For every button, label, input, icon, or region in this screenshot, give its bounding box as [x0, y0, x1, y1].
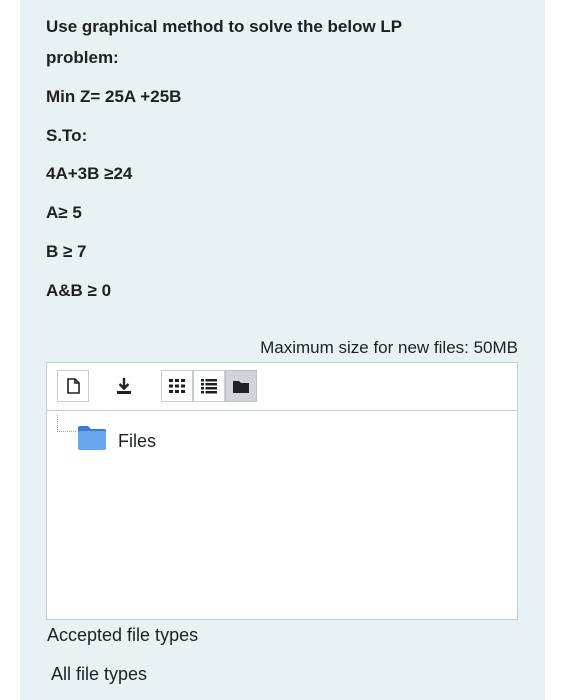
folder-view-icon: [233, 380, 249, 393]
folder-label[interactable]: Files: [118, 431, 156, 452]
add-file-icon: [67, 378, 80, 394]
download-all-button[interactable]: [108, 370, 140, 402]
max-file-size-text: Maximum size for new files: 50MB: [260, 338, 518, 357]
accepted-file-types-value: All file types: [51, 664, 148, 684]
tree-connector: [57, 415, 76, 432]
folder-icon[interactable]: [77, 425, 107, 451]
question-line-1: Use graphical method to solve the below …: [46, 17, 403, 36]
add-file-button[interactable]: [57, 370, 89, 402]
constraint-4: A&B ≥ 0: [46, 281, 112, 300]
constraint-1: 4A+3B ≥24: [46, 164, 133, 183]
constraint-2: A≥ 5: [46, 203, 82, 222]
objective-function: Min Z= 25A +25B: [46, 87, 182, 106]
subject-to-label: S.To:: [46, 126, 88, 145]
icon-view-button[interactable]: [161, 370, 193, 402]
accepted-file-types-label: Accepted file types: [47, 625, 199, 645]
constraint-3: B ≥ 7: [46, 242, 87, 261]
list-view-button[interactable]: [193, 370, 225, 402]
folder-view-button[interactable]: [225, 370, 257, 402]
file-manager: Files: [46, 362, 518, 620]
download-icon: [117, 378, 131, 394]
list-view-icon: [201, 379, 217, 394]
file-manager-toolbar: [47, 363, 517, 411]
icon-view-icon: [169, 379, 185, 393]
question-line-2: problem:: [46, 48, 119, 67]
